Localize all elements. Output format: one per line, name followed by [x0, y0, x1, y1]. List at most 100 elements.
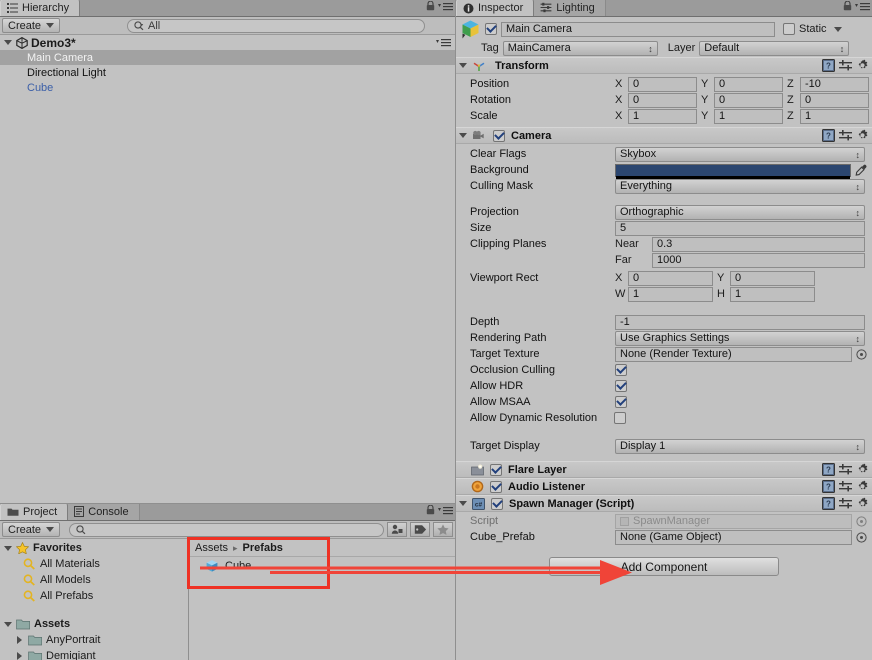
audio-listener-enabled-checkbox[interactable] [490, 480, 502, 493]
tab-hierarchy[interactable]: Hierarchy [0, 0, 81, 16]
object-enabled-checkbox[interactable] [485, 23, 497, 35]
component-header-camera[interactable]: Camera ? [456, 127, 872, 144]
rotation-x-field[interactable]: 0 [628, 92, 697, 108]
asset-item-cube[interactable]: Cube [189, 557, 455, 575]
camera-enabled-checkbox[interactable] [493, 129, 505, 142]
target-display-dropdown[interactable]: Display 1 [615, 438, 865, 454]
project-tree-item-anyportrait[interactable]: AnyPortrait [0, 632, 188, 648]
static-dropdown-icon[interactable] [833, 26, 842, 32]
help-icon[interactable]: ? [822, 480, 835, 493]
gear-icon[interactable] [856, 480, 869, 493]
preset-icon[interactable] [839, 129, 852, 142]
panel-menu-icon[interactable] [438, 2, 453, 11]
occlusion-culling-checkbox[interactable] [615, 364, 627, 376]
object-picker-icon[interactable] [856, 531, 867, 543]
target-texture-field[interactable]: None (Render Texture) [615, 346, 852, 362]
static-checkbox[interactable] [783, 23, 795, 35]
help-icon[interactable]: ? [822, 129, 835, 142]
object-picker-icon[interactable] [856, 348, 867, 360]
layer-dropdown[interactable]: Default [699, 40, 850, 56]
lock-icon[interactable] [426, 505, 435, 515]
far-field[interactable]: 1000 [652, 252, 865, 268]
panel-menu-icon[interactable] [438, 506, 453, 515]
rotation-z-field[interactable]: 0 [800, 92, 869, 108]
expand-icon[interactable] [459, 63, 467, 68]
scene-menu-icon[interactable] [436, 38, 451, 47]
help-icon[interactable]: ? [822, 497, 835, 510]
favorite-star-icon[interactable] [433, 522, 453, 537]
lock-icon[interactable] [426, 1, 435, 11]
scale-z-field[interactable]: 1 [800, 108, 869, 124]
tab-console[interactable]: Console [68, 504, 140, 520]
culling-mask-dropdown[interactable]: Everything [615, 178, 865, 194]
component-header-flare-layer[interactable]: Flare Layer ? [456, 461, 872, 478]
breadcrumb-root[interactable]: Assets [195, 542, 228, 554]
component-header-spawn-manager[interactable]: c# Spawn Manager (Script) ? [456, 495, 872, 512]
project-tree-item-all-prefabs[interactable]: All Prefabs [0, 588, 188, 604]
panel-menu-icon[interactable] [855, 2, 870, 11]
project-tree-item-assets[interactable]: Assets [0, 616, 188, 632]
lock-icon[interactable] [843, 1, 852, 11]
project-tree-item-all-materials[interactable]: All Materials [0, 556, 188, 572]
hierarchy-search-input[interactable]: All [127, 18, 425, 33]
hierarchy-create-button[interactable]: Create [2, 18, 60, 33]
tab-inspector[interactable]: Inspector [456, 0, 535, 16]
filter-by-label-icon[interactable] [410, 522, 430, 537]
position-y-field[interactable]: 0 [714, 76, 783, 92]
flare-layer-enabled-checkbox[interactable] [490, 463, 502, 476]
project-tree-item-favorites[interactable]: Favorites [0, 540, 188, 556]
project-create-button[interactable]: Create [2, 522, 60, 537]
rotation-y-field[interactable]: 0 [714, 92, 783, 108]
tag-dropdown[interactable]: MainCamera [502, 40, 658, 56]
spawn-manager-enabled-checkbox[interactable] [491, 497, 503, 510]
component-header-audio-listener[interactable]: Audio Listener ? [456, 478, 872, 495]
eyedropper-icon[interactable] [855, 164, 868, 177]
preset-icon[interactable] [839, 59, 852, 72]
viewport-x-field[interactable]: 0 [628, 270, 713, 286]
gear-icon[interactable] [856, 129, 869, 142]
scale-x-field[interactable]: 1 [628, 108, 697, 124]
preset-icon[interactable] [839, 497, 852, 510]
viewport-y-field[interactable]: 0 [730, 270, 815, 286]
allow-msaa-checkbox[interactable] [615, 396, 627, 408]
expand-icon[interactable] [4, 621, 12, 627]
gear-icon[interactable] [856, 497, 869, 510]
hierarchy-project-divider[interactable] [0, 503, 455, 504]
component-header-transform[interactable]: Transform ? [456, 57, 872, 74]
scale-y-field[interactable]: 1 [714, 108, 783, 124]
breadcrumb-current[interactable]: Prefabs [243, 542, 283, 554]
rendering-path-dropdown[interactable]: Use Graphics Settings [615, 330, 865, 346]
expand-icon[interactable] [4, 545, 12, 551]
project-tree-item-demigiant[interactable]: Demigiant [0, 648, 188, 660]
gear-icon[interactable] [856, 59, 869, 72]
depth-field[interactable]: -1 [615, 314, 865, 330]
cube-prefab-field[interactable]: None (Game Object) [615, 529, 852, 545]
gear-icon[interactable] [856, 463, 869, 476]
tab-project[interactable]: Project [0, 504, 69, 520]
project-tree-item-all-models[interactable]: All Models [0, 572, 188, 588]
allow-dynamic-resolution-checkbox[interactable] [614, 412, 626, 424]
preset-icon[interactable] [839, 463, 852, 476]
projection-dropdown[interactable]: Orthographic [615, 204, 865, 220]
hierarchy-scene-row[interactable]: Demo3* [0, 35, 455, 50]
clear-flags-dropdown[interactable]: Skybox [615, 146, 865, 162]
scene-expand-icon[interactable] [4, 40, 12, 45]
help-icon[interactable]: ? [822, 59, 835, 72]
preset-icon[interactable] [839, 480, 852, 493]
collapse-icon[interactable] [17, 636, 22, 644]
collapse-icon[interactable] [17, 652, 22, 660]
expand-icon[interactable] [459, 133, 467, 138]
position-z-field[interactable]: -10 [800, 76, 869, 92]
hierarchy-item-main-camera[interactable]: Main Camera [0, 50, 455, 65]
add-component-button[interactable]: Add Component [549, 557, 779, 576]
project-search-input[interactable] [69, 522, 384, 537]
hierarchy-item-cube[interactable]: Cube [0, 80, 455, 95]
position-x-field[interactable]: 0 [628, 76, 697, 92]
near-field[interactable]: 0.3 [652, 236, 865, 252]
size-field[interactable]: 5 [615, 220, 865, 236]
background-color-swatch[interactable] [615, 163, 851, 179]
tab-lighting[interactable]: Lighting [534, 0, 606, 16]
viewport-w-field[interactable]: 1 [628, 286, 713, 302]
hierarchy-item-directional-light[interactable]: Directional Light [0, 65, 455, 80]
help-icon[interactable]: ? [822, 463, 835, 476]
